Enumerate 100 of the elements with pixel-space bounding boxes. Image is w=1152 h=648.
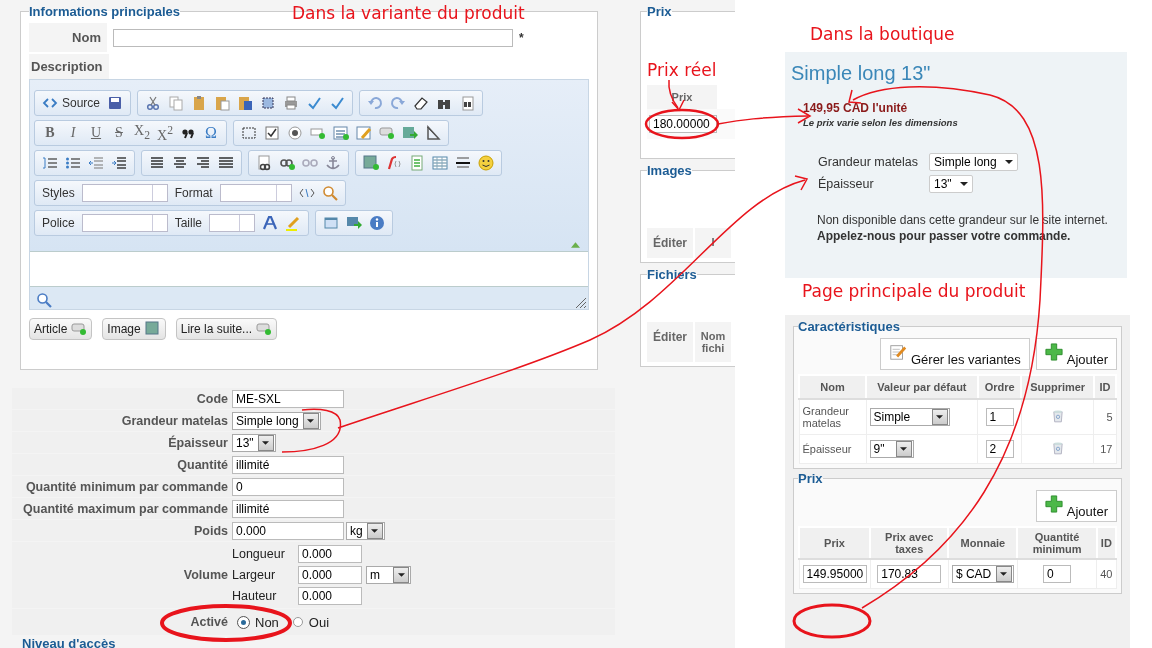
indent-icon[interactable] [111, 155, 127, 171]
special-character-button[interactable]: Ω [203, 125, 219, 141]
info-icon[interactable] [369, 215, 386, 231]
underline-button[interactable]: U [88, 125, 104, 141]
select-all-icon[interactable] [260, 95, 277, 111]
product-title: Simple long 13" [791, 62, 931, 85]
text-field-icon[interactable] [310, 125, 326, 141]
copy-icon[interactable] [168, 95, 185, 111]
radio-option[interactable]: Non [238, 614, 279, 630]
text-input[interactable]: 0 [232, 477, 344, 496]
spellcheck-icon[interactable] [329, 95, 346, 111]
list-box-icon[interactable] [333, 125, 349, 141]
action-button[interactable]: Gérer les variantes [879, 338, 1030, 370]
select-field[interactable]: kg [346, 521, 385, 540]
redo-icon[interactable] [390, 95, 407, 111]
select-field[interactable]: Simple long [232, 411, 321, 430]
text-input[interactable]: illimité [232, 455, 344, 474]
column-header: Supprimer [1021, 375, 1094, 399]
anchor-icon[interactable] [325, 155, 341, 171]
zoom-icon[interactable] [36, 292, 52, 308]
document-binoculars-icon[interactable] [459, 95, 476, 111]
trash-icon[interactable] [1052, 409, 1063, 423]
form-pencil-icon[interactable] [356, 125, 372, 141]
align-left-icon[interactable] [149, 155, 165, 171]
source-button[interactable]: Source [42, 95, 101, 111]
insert-button[interactable]: Article [29, 318, 93, 340]
quantity-input[interactable]: 0 [1043, 565, 1072, 583]
text-input[interactable]: 0.000 [232, 521, 344, 540]
align-right-icon[interactable] [195, 155, 211, 171]
document-link-icon[interactable] [256, 155, 272, 171]
scissors-icon[interactable] [145, 95, 162, 111]
bold-button[interactable]: B [42, 125, 58, 141]
combo-field[interactable] [81, 214, 168, 232]
picture-plus-icon[interactable] [363, 155, 379, 171]
spreadsheet-page-icon[interactable] [409, 155, 425, 171]
image-arrow-icon[interactable] [402, 125, 418, 141]
order-input[interactable]: 2 [985, 440, 1014, 458]
undo-icon[interactable] [367, 95, 384, 111]
text-input[interactable]: 0.000 [298, 566, 362, 584]
text-input[interactable]: 0.000 [298, 587, 362, 605]
radio-icon[interactable] [287, 125, 303, 141]
strikethrough-button[interactable]: S [111, 125, 127, 141]
action-button[interactable]: Ajouter [1035, 338, 1117, 370]
smiley-icon[interactable] [478, 155, 494, 171]
align-center-icon[interactable] [172, 155, 188, 171]
dimension-label: Largeur [232, 568, 277, 582]
ruler-triangle-icon[interactable] [425, 125, 441, 141]
combo-field[interactable] [81, 184, 168, 202]
subscript-button[interactable]: X$_{2}$ [134, 122, 150, 144]
clipboard-text-icon[interactable] [214, 95, 231, 111]
field-plus-icon[interactable] [379, 125, 395, 141]
select-field[interactable]: Simple [869, 408, 950, 426]
superscript-button[interactable]: X$^{2}$ [157, 122, 173, 144]
window-icon[interactable] [323, 215, 340, 231]
order-input[interactable]: 1 [985, 408, 1014, 426]
insert-button[interactable]: Image [102, 318, 166, 340]
select-field[interactable]: m [366, 566, 411, 584]
spellcheck-icon[interactable] [306, 95, 323, 111]
picture-icon [144, 321, 161, 337]
monitor-arrow-icon[interactable] [346, 215, 363, 231]
printer-icon[interactable] [283, 95, 300, 111]
checkbox-icon[interactable] [264, 125, 280, 141]
select-field[interactable]: Simple long [929, 153, 1018, 171]
table-icon[interactable] [432, 155, 448, 171]
horizontal-rule-icon[interactable] [455, 155, 471, 171]
italic-button[interactable]: I [65, 125, 81, 141]
combo-field[interactable] [219, 184, 292, 202]
function-icon[interactable] [386, 155, 402, 171]
radio-option[interactable]: Oui [292, 614, 330, 630]
field-label: Description [29, 54, 109, 79]
text-input[interactable]: illimité [232, 499, 344, 518]
action-button[interactable]: Ajouter [1035, 490, 1117, 522]
price-input[interactable]: 149.95000 [802, 565, 867, 583]
highlighter-icon[interactable] [285, 215, 302, 231]
text-input[interactable]: ME-SXL [232, 389, 344, 408]
combo-field[interactable] [209, 214, 256, 232]
caret-icon [262, 440, 270, 445]
clipboard-document-icon[interactable] [237, 95, 254, 111]
field-label: Poids [193, 523, 228, 538]
text-color-icon[interactable] [262, 215, 279, 231]
justify-icon[interactable] [218, 155, 234, 171]
select-field[interactable]: 13" [929, 175, 973, 193]
insert-button[interactable]: Lire la suite... [175, 318, 278, 340]
dashed-rectangle-icon[interactable] [241, 125, 257, 141]
bullet-list-icon[interactable] [65, 155, 81, 171]
field-plus-icon [71, 321, 88, 337]
price-input[interactable]: 180.00000 [649, 115, 717, 133]
trash-icon[interactable] [1052, 441, 1063, 455]
text-input[interactable]: 0.000 [298, 545, 362, 563]
resize-grip-icon[interactable] [576, 298, 586, 308]
select-field[interactable]: 9" [869, 440, 914, 458]
numbered-list-icon[interactable] [42, 155, 58, 171]
eraser-icon[interactable] [413, 95, 430, 111]
collapse-icon[interactable] [571, 242, 580, 248]
option-label: Grandeur matelas [818, 155, 920, 169]
select-field[interactable]: 13" [232, 433, 276, 452]
select-field[interactable]: $ CAD [951, 565, 1014, 583]
name-input[interactable] [113, 28, 513, 47]
outdent-icon[interactable] [88, 155, 104, 171]
magnifier-icon[interactable] [321, 185, 338, 201]
